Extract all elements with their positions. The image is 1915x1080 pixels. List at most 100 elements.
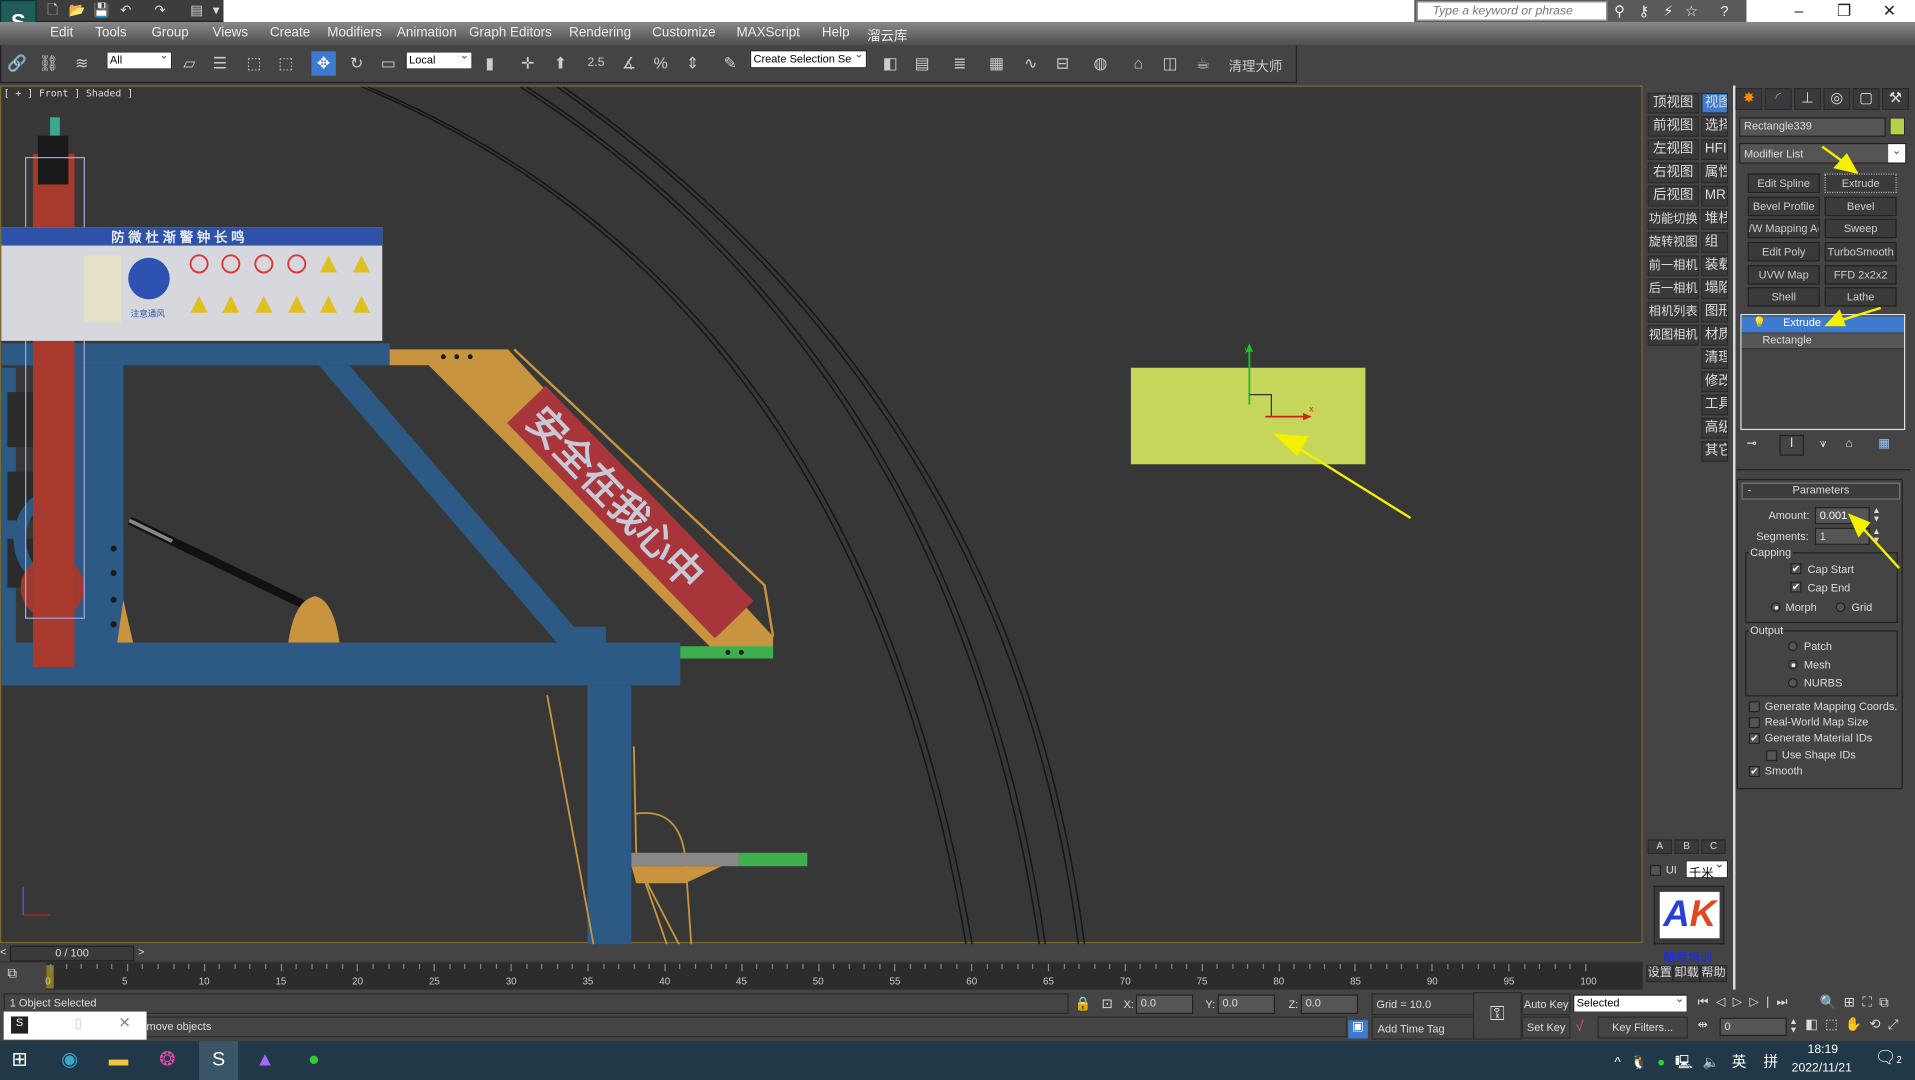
- clock-time[interactable]: 18:19: [1808, 1043, 1839, 1056]
- strip-bottom-button[interactable]: 帮助: [1700, 965, 1727, 983]
- strip-view-button[interactable]: 后视图: [1647, 185, 1699, 207]
- smooth-checkbox[interactable]: ✔: [1748, 766, 1760, 778]
- mirror-icon[interactable]: ◧: [878, 51, 902, 75]
- strip-tool-button[interactable]: 图形: [1701, 301, 1729, 323]
- window-crossing-icon[interactable]: ⬚: [274, 51, 298, 75]
- menu-item-0[interactable]: Edit: [50, 26, 73, 41]
- snaps-toggle-icon[interactable]: 2.5: [584, 51, 608, 75]
- use-shape-ids-checkbox[interactable]: [1765, 750, 1777, 762]
- grid-radio[interactable]: [1835, 602, 1846, 613]
- strip-abc-button[interactable]: C: [1701, 839, 1726, 854]
- menu-item-7[interactable]: Graph Editors: [469, 26, 552, 41]
- image-app-icon[interactable]: ▲: [250, 1047, 279, 1074]
- strip-tool-button[interactable]: 属性: [1701, 162, 1729, 184]
- favorites-star-icon[interactable]: ☆: [1682, 2, 1702, 19]
- amount-spinner[interactable]: ▲ ▼: [1872, 507, 1880, 524]
- rendered-frame-window-icon[interactable]: ◫: [1158, 51, 1182, 75]
- hierarchy-tab-icon[interactable]: ⊥: [1794, 87, 1821, 110]
- previous-frame-icon[interactable]: ◁: [1716, 996, 1733, 1009]
- strip-view-button[interactable]: 右视图: [1647, 162, 1699, 184]
- strip-view-button[interactable]: 后一相机: [1647, 278, 1699, 300]
- render-setup-icon[interactable]: ⌂: [1126, 51, 1150, 75]
- start-windows-icon[interactable]: ⊞: [5, 1047, 34, 1074]
- y-coordinate-field[interactable]: 0.0: [1217, 994, 1276, 1015]
- qat-dropdown-icon[interactable]: ▾: [208, 2, 225, 19]
- modifier-button[interactable]: Bevel Profile: [1747, 196, 1820, 217]
- cleanup-master-plugin[interactable]: 清理大师: [1229, 56, 1283, 76]
- strip-tool-button[interactable]: 视图: [1701, 92, 1729, 114]
- amount-field[interactable]: 0.001: [1814, 507, 1870, 525]
- time-tag-icon[interactable]: ▣: [1348, 1020, 1368, 1039]
- make-unique-icon[interactable]: ⩛: [1820, 437, 1827, 450]
- align-icon[interactable]: ▤: [910, 51, 934, 75]
- modify-tab-icon[interactable]: ◜: [1764, 87, 1792, 110]
- strip-view-button[interactable]: 左视图: [1647, 139, 1699, 161]
- percent-snap-icon[interactable]: %: [649, 51, 673, 75]
- menu-item-8[interactable]: Rendering: [569, 26, 631, 41]
- modifier-button[interactable]: Bevel: [1824, 196, 1897, 217]
- 3dsmax-taskbar-icon[interactable]: S: [199, 1040, 239, 1080]
- scene-explorer-icon[interactable]: ≣: [948, 51, 972, 75]
- strip-tool-button[interactable]: 选择: [1701, 116, 1729, 137]
- ak-logo[interactable]: AK: [1659, 891, 1720, 939]
- satellite-icon[interactable]: ⚡: [1659, 2, 1679, 19]
- maximize-icon[interactable]: ▯: [74, 1015, 81, 1031]
- menu-item-6[interactable]: Animation: [397, 26, 457, 41]
- help-icon[interactable]: ?: [1715, 2, 1735, 19]
- unlink-icon[interactable]: ⛓: [37, 51, 61, 75]
- key-mode-dropdown[interactable]: Selected: [1573, 992, 1688, 1013]
- ime-mode[interactable]: 拼: [1764, 1051, 1779, 1072]
- next-frame-icon[interactable]: ▷|: [1749, 996, 1776, 1009]
- menu-item-2[interactable]: Group: [151, 26, 188, 41]
- select-move-icon[interactable]: ✥: [311, 51, 336, 76]
- generate-material-ids-checkbox[interactable]: ✔: [1748, 733, 1760, 745]
- modifier-button[interactable]: TurboSmooth: [1824, 241, 1897, 262]
- undo-icon[interactable]: ↶: [117, 2, 134, 19]
- stack-item-extrude[interactable]: 💡 Extrude: [1741, 316, 1905, 333]
- rotate-icon[interactable]: ↻: [344, 51, 368, 75]
- scale-icon[interactable]: ▭: [376, 51, 400, 75]
- current-frame-field[interactable]: 0: [1719, 1017, 1787, 1037]
- minimize-button[interactable]: –: [1777, 0, 1821, 22]
- strip-tool-button[interactable]: 修改: [1701, 371, 1729, 393]
- ui-checkbox[interactable]: [1649, 864, 1661, 876]
- minimized-window-popup[interactable]: S ▯ ✕: [3, 1011, 147, 1040]
- select-object-icon[interactable]: ▱: [177, 51, 201, 75]
- cap-end-checkbox[interactable]: ✔: [1790, 581, 1802, 593]
- strip-tool-button[interactable]: 材质: [1701, 324, 1729, 346]
- play-icon[interactable]: ▷: [1733, 996, 1750, 1009]
- link-icon[interactable]: 🔗: [5, 51, 29, 75]
- manipulate-icon[interactable]: ✛: [515, 51, 539, 75]
- strip-tool-button[interactable]: 装载: [1701, 255, 1729, 277]
- strip-tool-button[interactable]: 工具: [1701, 394, 1729, 416]
- auto-key-button[interactable]: Auto Key: [1521, 993, 1571, 1016]
- modifier-list-dropdown[interactable]: Modifier List ⌄: [1739, 142, 1907, 164]
- modifier-button[interactable]: /W Mapping Ac: [1747, 218, 1820, 239]
- parameters-rollout-header[interactable]: - Parameters: [1741, 482, 1901, 500]
- key-tangent-icon[interactable]: √: [1575, 1018, 1583, 1035]
- ime-language[interactable]: 英: [1732, 1051, 1747, 1072]
- material-editor-icon[interactable]: ◍: [1088, 51, 1112, 75]
- strip-tool-button[interactable]: 其它: [1701, 441, 1729, 462]
- real-world-map-checkbox[interactable]: [1748, 717, 1760, 729]
- project-icon[interactable]: ▤: [188, 2, 205, 19]
- generate-mapping-checkbox[interactable]: [1748, 701, 1760, 713]
- object-color-swatch[interactable]: [1889, 117, 1906, 136]
- unit-dropdown[interactable]: 千米: [1685, 858, 1729, 881]
- segments-field[interactable]: 1: [1814, 527, 1870, 545]
- pan-hand-icon[interactable]: ✋: [1845, 1018, 1869, 1033]
- go-to-start-icon[interactable]: ⏮: [1698, 996, 1716, 1009]
- strip-view-button[interactable]: 旋转视图: [1647, 232, 1699, 253]
- rectangular-selection-icon[interactable]: ⬚: [242, 51, 266, 75]
- layer-explorer-icon[interactable]: ▦: [984, 51, 1008, 75]
- modifier-button[interactable]: UVW Map: [1747, 265, 1820, 285]
- playback-controls[interactable]: ⏮◁▷▷|⏭: [1698, 996, 1795, 1009]
- strip-bottom-button[interactable]: 设置: [1646, 965, 1674, 983]
- modifier-button[interactable]: Lathe: [1824, 287, 1897, 307]
- strip-tool-button[interactable]: MRS: [1701, 185, 1729, 207]
- key-mode-icon[interactable]: ⚿: [1472, 992, 1522, 1040]
- open-file-icon[interactable]: 📂: [68, 2, 86, 19]
- menu-item-9[interactable]: Customize: [652, 26, 715, 41]
- show-end-result-icon[interactable]: I: [1779, 434, 1804, 456]
- select-by-name-icon[interactable]: ☰: [208, 51, 232, 75]
